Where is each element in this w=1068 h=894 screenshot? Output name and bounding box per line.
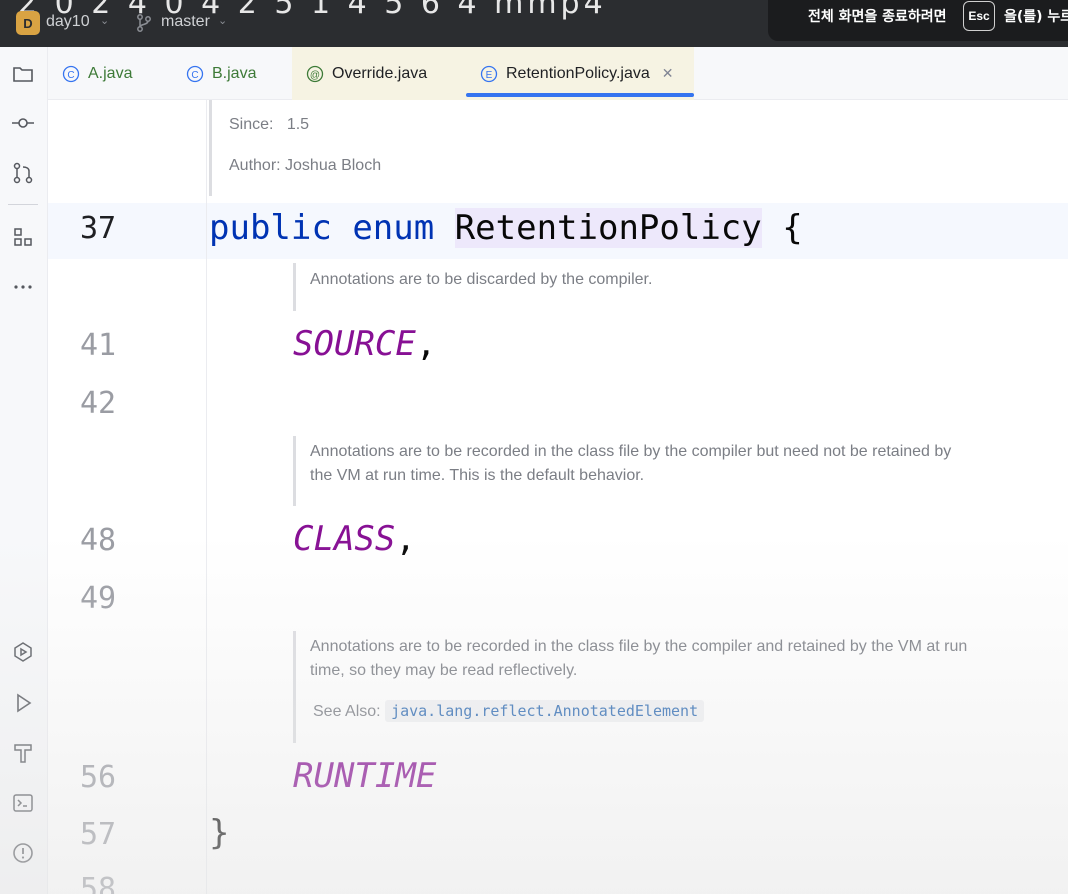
doc-comment-bar <box>209 100 212 196</box>
build-icon[interactable] <box>10 740 36 766</box>
more-icon[interactable] <box>10 274 36 300</box>
code-line-close-brace[interactable]: } <box>209 813 229 853</box>
esc-key-badge: Esc <box>963 1 995 31</box>
line-number: 56 <box>80 760 117 795</box>
doc-comment-bar <box>293 263 296 311</box>
enum-icon: E <box>480 65 498 82</box>
tab-label: B.java <box>212 64 257 82</box>
code-line-enum-declaration[interactable]: public enum RetentionPolicy { <box>209 208 803 248</box>
annotation-icon-glyph: @ <box>310 70 320 81</box>
tool-separator <box>8 204 38 205</box>
comma: , <box>415 324 437 364</box>
doc-runtime-line-1: Annotations are to be recorded in the cl… <box>310 638 968 655</box>
enum-name: RetentionPolicy <box>454 208 762 248</box>
doc-since: Since: 1.5 <box>229 113 309 137</box>
open-brace: { <box>761 208 803 248</box>
title-bar: 2 0 2 4 0 4 2 5 1 4 5 6 4 mmp4 D day10 ⌄… <box>0 0 1068 47</box>
terminal-icon[interactable] <box>10 790 36 816</box>
tool-window-strip <box>0 47 48 894</box>
doc-class-line-2: the VM at run time. This is the default … <box>310 467 645 484</box>
annotation-icon: @ <box>306 65 324 82</box>
code-line-source[interactable]: SOURCE, <box>293 324 436 364</box>
line-number: 42 <box>80 386 117 421</box>
line-number: 37 <box>80 211 117 246</box>
doc-comment-bar <box>293 436 296 506</box>
problems-icon[interactable] <box>10 840 36 866</box>
tab-label: RetentionPolicy.java <box>506 64 650 82</box>
code-editor[interactable]: Since: 1.5 Author: Joshua Bloch 37 publi… <box>48 100 1068 894</box>
line-number: 58 <box>80 872 117 894</box>
doc-see-also: See Also: java.lang.reflect.AnnotatedEle… <box>313 699 705 724</box>
fullscreen-message-suffix: 을(를) 누르 <box>1004 9 1068 25</box>
enum-constant-source: SOURCE <box>293 324 416 364</box>
code-line-class[interactable]: CLASS, <box>293 519 416 559</box>
class-icon-glyph: C <box>67 70 74 81</box>
close-brace: } <box>209 813 230 853</box>
line-number: 48 <box>80 523 117 558</box>
keyword-enum: enum <box>352 208 435 248</box>
line-number: 41 <box>80 328 117 363</box>
commit-icon[interactable] <box>10 110 36 136</box>
class-icon: C <box>186 65 204 82</box>
branch-icon[interactable] <box>135 13 153 33</box>
structure-icon[interactable] <box>10 224 36 250</box>
doc-class-line-1: Annotations are to be recorded in the cl… <box>310 443 952 460</box>
gutter-divider <box>206 100 207 894</box>
class-icon-glyph: C <box>191 70 198 81</box>
tab-a-java[interactable]: C A.java <box>62 47 132 100</box>
enum-icon-glyph: E <box>486 70 493 81</box>
fullscreen-message: 전체 화면을 종료하려면 <box>808 9 947 25</box>
fullscreen-toast: 전체 화면을 종료하려면 Esc 을(를) 누르 <box>768 0 1068 41</box>
enum-constant-runtime: RUNTIME <box>293 756 437 796</box>
active-tab-indicator <box>466 93 694 97</box>
doc-runtime-line-2: time, so they may be read reflectively. <box>310 662 578 679</box>
doc-source: Annotations are to be discarded by the c… <box>310 271 653 288</box>
close-icon[interactable]: ✕ <box>662 65 674 82</box>
tab-override-java[interactable]: @ Override.java <box>292 47 466 100</box>
keyword-public: public <box>209 208 332 248</box>
class-icon: C <box>62 65 80 82</box>
tab-label: A.java <box>88 64 133 82</box>
services-icon[interactable] <box>10 639 36 665</box>
project-badge[interactable]: D <box>16 11 40 35</box>
see-also-label: See Also: <box>313 703 381 720</box>
chevron-down-icon[interactable]: ⌄ <box>100 14 109 27</box>
line-number: 57 <box>80 817 117 852</box>
comma: , <box>395 519 416 559</box>
line-number: 49 <box>80 581 117 616</box>
branch-selector[interactable]: master <box>161 13 210 31</box>
folder-icon[interactable] <box>10 61 36 87</box>
doc-comment-bar <box>293 631 296 743</box>
run-icon[interactable] <box>10 690 36 716</box>
project-selector[interactable]: day10 <box>46 13 90 31</box>
enum-constant-class: CLASS <box>293 519 396 559</box>
doc-since-label: Since: <box>229 116 274 133</box>
code-line-runtime[interactable]: RUNTIME <box>293 756 436 796</box>
tab-b-java[interactable]: C B.java <box>186 47 256 100</box>
chevron-down-icon[interactable]: ⌄ <box>218 14 227 27</box>
pull-request-icon[interactable] <box>10 160 36 186</box>
doc-author: Author: Joshua Bloch <box>229 157 382 174</box>
tab-label: Override.java <box>332 64 428 82</box>
doc-since-value: 1.5 <box>286 116 310 133</box>
see-also-link[interactable]: java.lang.reflect.AnnotatedElement <box>385 700 705 722</box>
